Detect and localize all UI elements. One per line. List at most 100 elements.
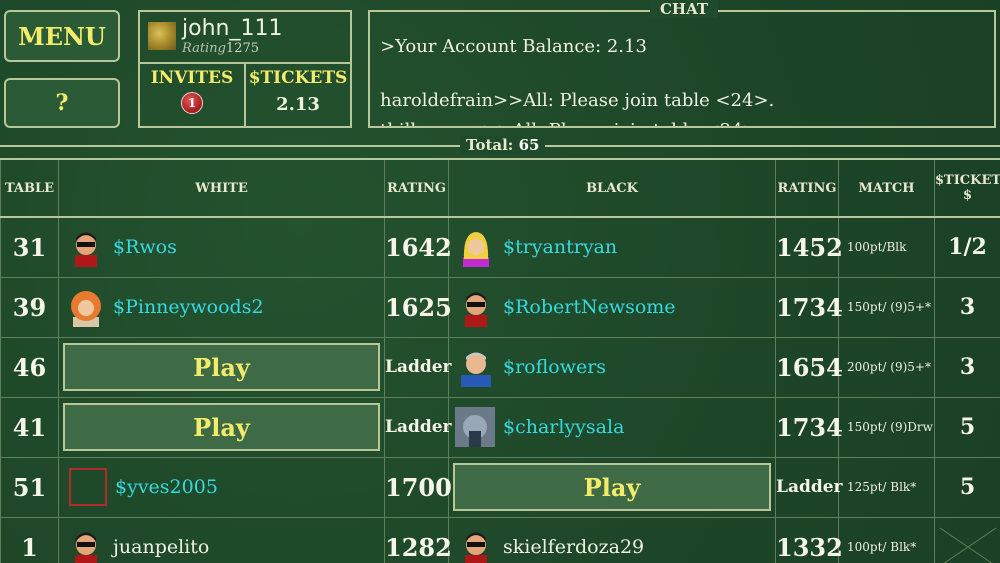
table-row[interactable]: 1 juanpelito 1282 skielferdoza29 1332 10… <box>0 516 1000 563</box>
player-avatar-icon <box>455 407 495 447</box>
white-rating: 1642 <box>384 216 452 278</box>
table-row[interactable]: 51 $yves2005 1700 Play Ladder 125pt/ Blk… <box>0 456 1000 518</box>
help-button[interactable]: ? <box>4 78 120 128</box>
rating-label: Rating <box>182 41 226 56</box>
col-white-rating-header[interactable]: RATING <box>384 158 449 218</box>
white-player-name[interactable]: $Pinneywoods2 <box>113 296 264 318</box>
invites-label: INVITES <box>150 68 234 88</box>
table-row[interactable]: 39 $Pinneywoods2 1625 $RobertNewsome 173… <box>0 276 1000 338</box>
col-black-header[interactable]: BLACK <box>448 158 776 218</box>
table-row[interactable]: 41 Play Ladder $charlyysala 1734 150pt/ … <box>0 396 1000 458</box>
match-info: 100pt/ Blk* <box>838 516 935 563</box>
table-number: 39 <box>0 276 59 338</box>
rating-value: 1275 <box>225 41 260 56</box>
black-rating: 1452 <box>775 216 843 278</box>
black-rating: 1734 <box>775 396 843 458</box>
black-player-cell[interactable]: $charlyysala <box>448 396 776 458</box>
white-player-cell[interactable]: Play <box>58 396 385 458</box>
tickets-value: 2.13 <box>276 94 320 115</box>
invites-count-badge[interactable]: 1 <box>181 92 203 114</box>
tickets-section: $TICKETS 2.13 <box>244 64 350 126</box>
ticket-value: 5 <box>934 456 1000 518</box>
table-number: 31 <box>0 216 59 278</box>
user-avatar[interactable] <box>148 22 176 50</box>
table-header: TABLE WHITE RATING BLACK RATING MATCH $T… <box>0 158 1000 218</box>
white-player-cell[interactable]: $Rwos <box>58 216 385 278</box>
black-rating: Ladder <box>775 456 843 518</box>
black-rating: 1332 <box>775 516 843 563</box>
player-avatar-icon <box>465 532 487 563</box>
white-player-name[interactable]: juanpelito <box>113 536 209 558</box>
black-player-cell[interactable]: $roflowers <box>448 336 776 398</box>
total-value: 65 <box>518 136 540 154</box>
black-player-cell[interactable]: $tryantryan <box>448 216 776 278</box>
total-label: Total: <box>466 136 514 154</box>
white-rating: Ladder <box>384 396 452 458</box>
chat-title: CHAT <box>650 0 718 18</box>
white-player-name[interactable]: $Rwos <box>113 236 177 258</box>
empty-avatar-icon <box>69 468 107 506</box>
menu-button[interactable]: MENU <box>4 10 120 62</box>
black-rating: 1654 <box>775 336 843 398</box>
player-avatar-icon <box>75 532 97 563</box>
white-player-cell[interactable]: $Pinneywoods2 <box>58 276 385 338</box>
match-info: 125pt/ Blk* <box>838 456 935 518</box>
col-white-header[interactable]: WHITE <box>58 158 385 218</box>
player-avatar-icon <box>463 232 489 268</box>
white-rating: 1625 <box>384 276 452 338</box>
chat-message: >Your Account Balance: 2.13 <box>380 36 647 57</box>
black-player-name[interactable]: $RobertNewsome <box>503 296 676 318</box>
col-ticket-header[interactable]: $TICKET $ <box>934 158 1000 218</box>
chat-message: thillweaver>>All: Please join table <24>… <box>380 120 764 126</box>
white-rating: 1282 <box>384 516 452 563</box>
table-number: 51 <box>0 456 59 518</box>
play-button[interactable]: Play <box>63 403 380 451</box>
user-rating: Rating1275 <box>182 41 259 56</box>
col-match-header[interactable]: MATCH <box>838 158 935 218</box>
play-button[interactable]: Play <box>63 343 380 391</box>
table-number: 41 <box>0 396 59 458</box>
no-ticket-icon <box>939 527 996 563</box>
table-row[interactable]: 31 $Rwos 1642 $tryantryan 1452 100pt/Blk… <box>0 216 1000 278</box>
table-number: 1 <box>0 516 59 563</box>
white-rating: 1700 <box>384 456 452 518</box>
match-info: 100pt/Blk <box>838 216 935 278</box>
invites-section[interactable]: INVITES 1 <box>140 64 244 126</box>
ticket-value <box>934 516 1000 563</box>
black-player-name[interactable]: $tryantryan <box>503 236 617 258</box>
total-count: Total: 65 <box>460 136 546 154</box>
games-table: TABLE WHITE RATING BLACK RATING MATCH $T… <box>0 158 1000 563</box>
table-row[interactable]: 46 Play Ladder $roflowers 1654 200pt/ (9… <box>0 336 1000 398</box>
black-player-cell[interactable]: Play <box>448 456 776 518</box>
match-info: 200pt/ (9)5+* <box>838 336 935 398</box>
col-table-header[interactable]: TABLE <box>0 158 59 218</box>
ticket-value: 1/2 <box>934 216 1000 278</box>
match-info: 150pt/ (9)Drw <box>838 396 935 458</box>
chat-message: haroldefrain>>All: Please join table <24… <box>380 90 775 111</box>
black-player-cell[interactable]: skielferdoza29 <box>448 516 776 563</box>
play-button[interactable]: Play <box>453 463 771 511</box>
player-avatar-icon <box>71 291 101 327</box>
black-player-cell[interactable]: $RobertNewsome <box>448 276 776 338</box>
col-black-rating-header[interactable]: RATING <box>775 158 839 218</box>
player-avatar-icon <box>461 352 491 387</box>
white-player-cell[interactable]: $yves2005 <box>58 456 385 518</box>
white-player-cell[interactable]: juanpelito <box>58 516 385 563</box>
username: john_111 <box>182 16 283 41</box>
table-number: 46 <box>0 336 59 398</box>
black-rating: 1734 <box>775 276 843 338</box>
black-player-name[interactable]: $charlyysala <box>503 416 624 438</box>
ticket-value: 5 <box>934 396 1000 458</box>
user-panel: john_111 Rating1275 INVITES 1 $TICKETS 2… <box>138 10 352 128</box>
white-player-name[interactable]: $yves2005 <box>115 476 218 498</box>
player-avatar-icon <box>75 232 97 268</box>
tickets-label: $TICKETS <box>248 68 348 88</box>
black-player-name[interactable]: $roflowers <box>503 356 606 378</box>
chat-panel[interactable]: >Your Account Balance: 2.13 haroldefrain… <box>368 10 996 128</box>
ticket-value: 3 <box>934 276 1000 338</box>
ticket-value: 3 <box>934 336 1000 398</box>
player-avatar-icon <box>465 292 487 327</box>
white-rating: Ladder <box>384 336 452 398</box>
white-player-cell[interactable]: Play <box>58 336 385 398</box>
black-player-name[interactable]: skielferdoza29 <box>503 536 644 558</box>
